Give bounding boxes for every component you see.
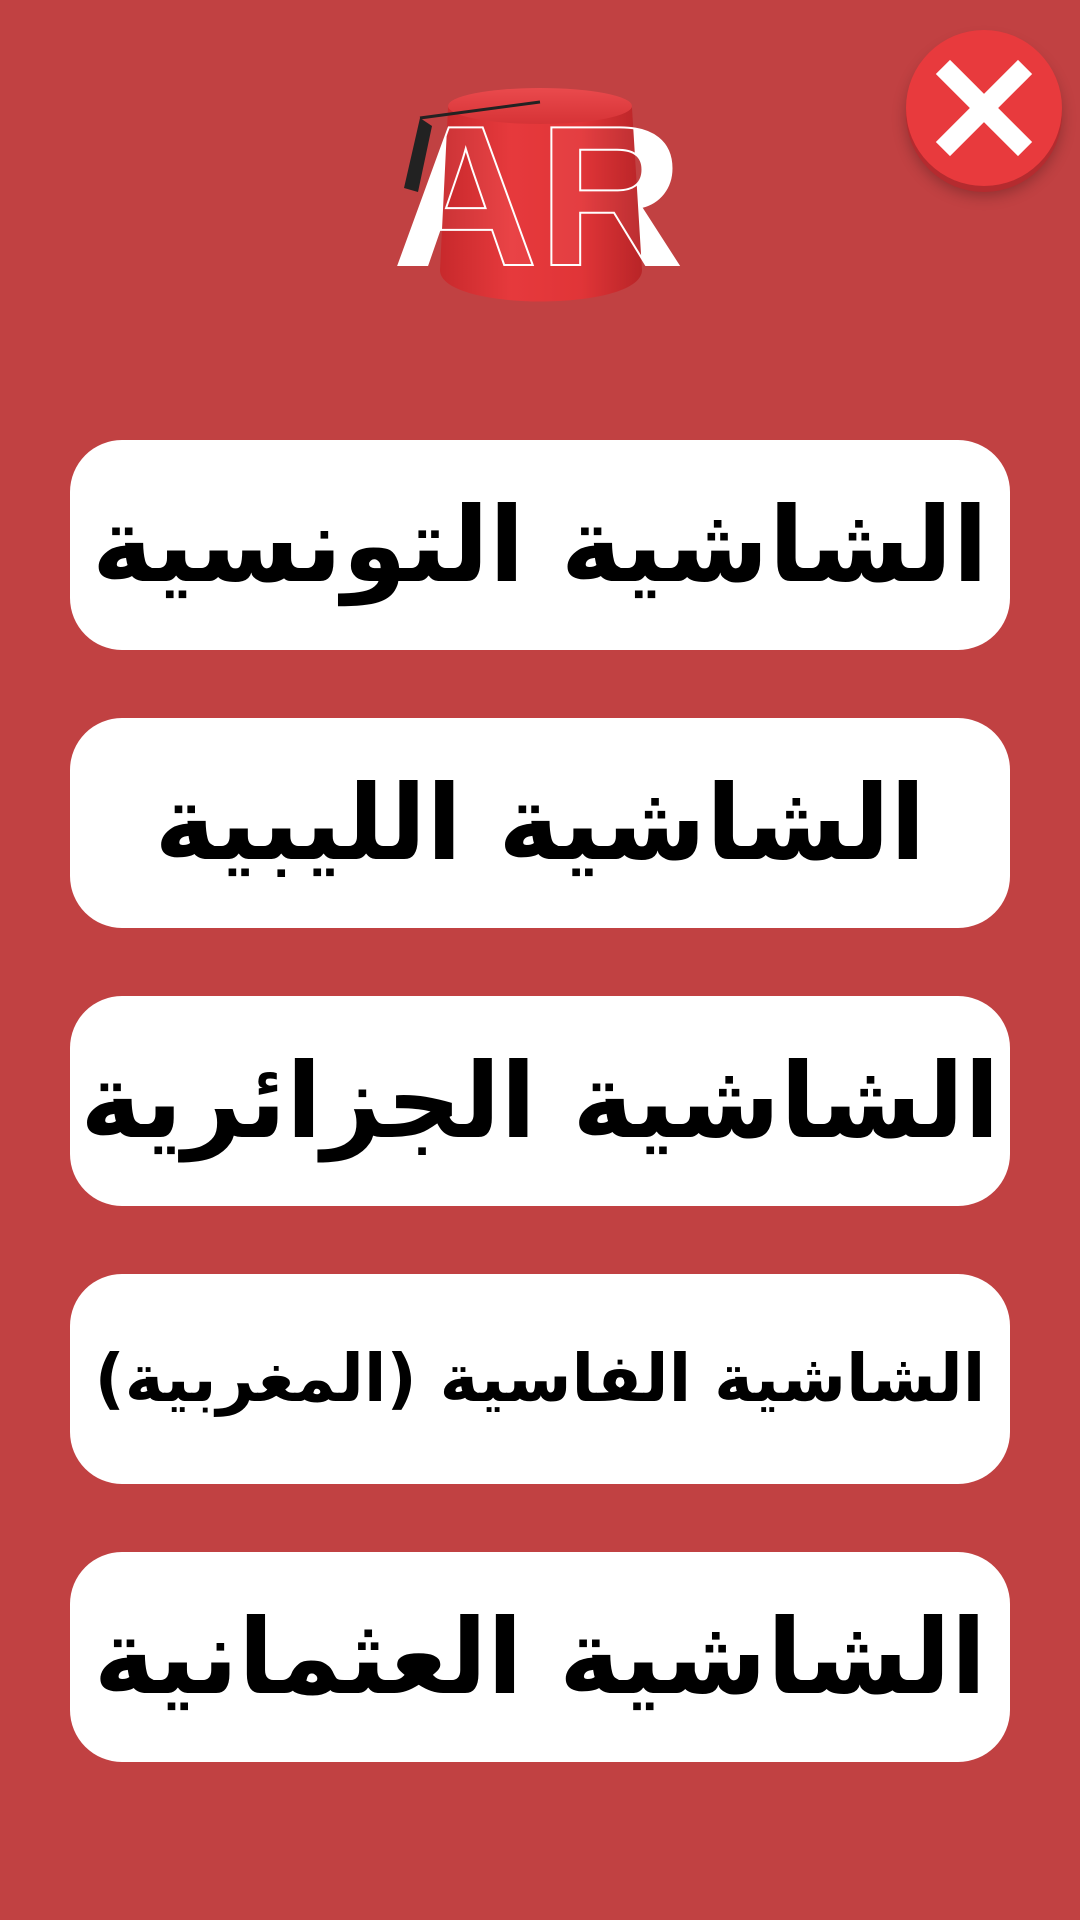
menu-item-label: الشاشية الفاسية (المغربية) [94, 1340, 986, 1417]
menu-item-label: الشاشية الليبية [154, 762, 926, 884]
libyan-chechia-button[interactable]: الشاشية الليبية [70, 718, 1010, 928]
menu-item-label: الشاشية الجزائرية [80, 1040, 1000, 1162]
svg-text:AR: AR [394, 85, 683, 308]
close-button[interactable] [906, 30, 1062, 186]
fassi-moroccan-chechia-button[interactable]: الشاشية الفاسية (المغربية) [70, 1274, 1010, 1484]
menu-item-label: الشاشية العثمانية [93, 1596, 987, 1718]
chechia-menu: الشاشية التونسية الشاشية الليبية الشاشية… [70, 440, 1010, 1830]
fez-hat-icon: AR AR [393, 84, 684, 309]
algerian-chechia-button[interactable]: الشاشية الجزائرية [70, 996, 1010, 1206]
tunisian-chechia-button[interactable]: الشاشية التونسية [70, 440, 1010, 650]
close-icon [935, 59, 1033, 157]
menu-item-label: الشاشية التونسية [91, 484, 989, 606]
ottoman-chechia-button[interactable]: الشاشية العثمانية [70, 1552, 1010, 1762]
app-logo: AR AR [390, 80, 690, 320]
app-screen: AR AR الشاشية التونسية الشاشية الليبية ا… [0, 0, 1080, 1920]
